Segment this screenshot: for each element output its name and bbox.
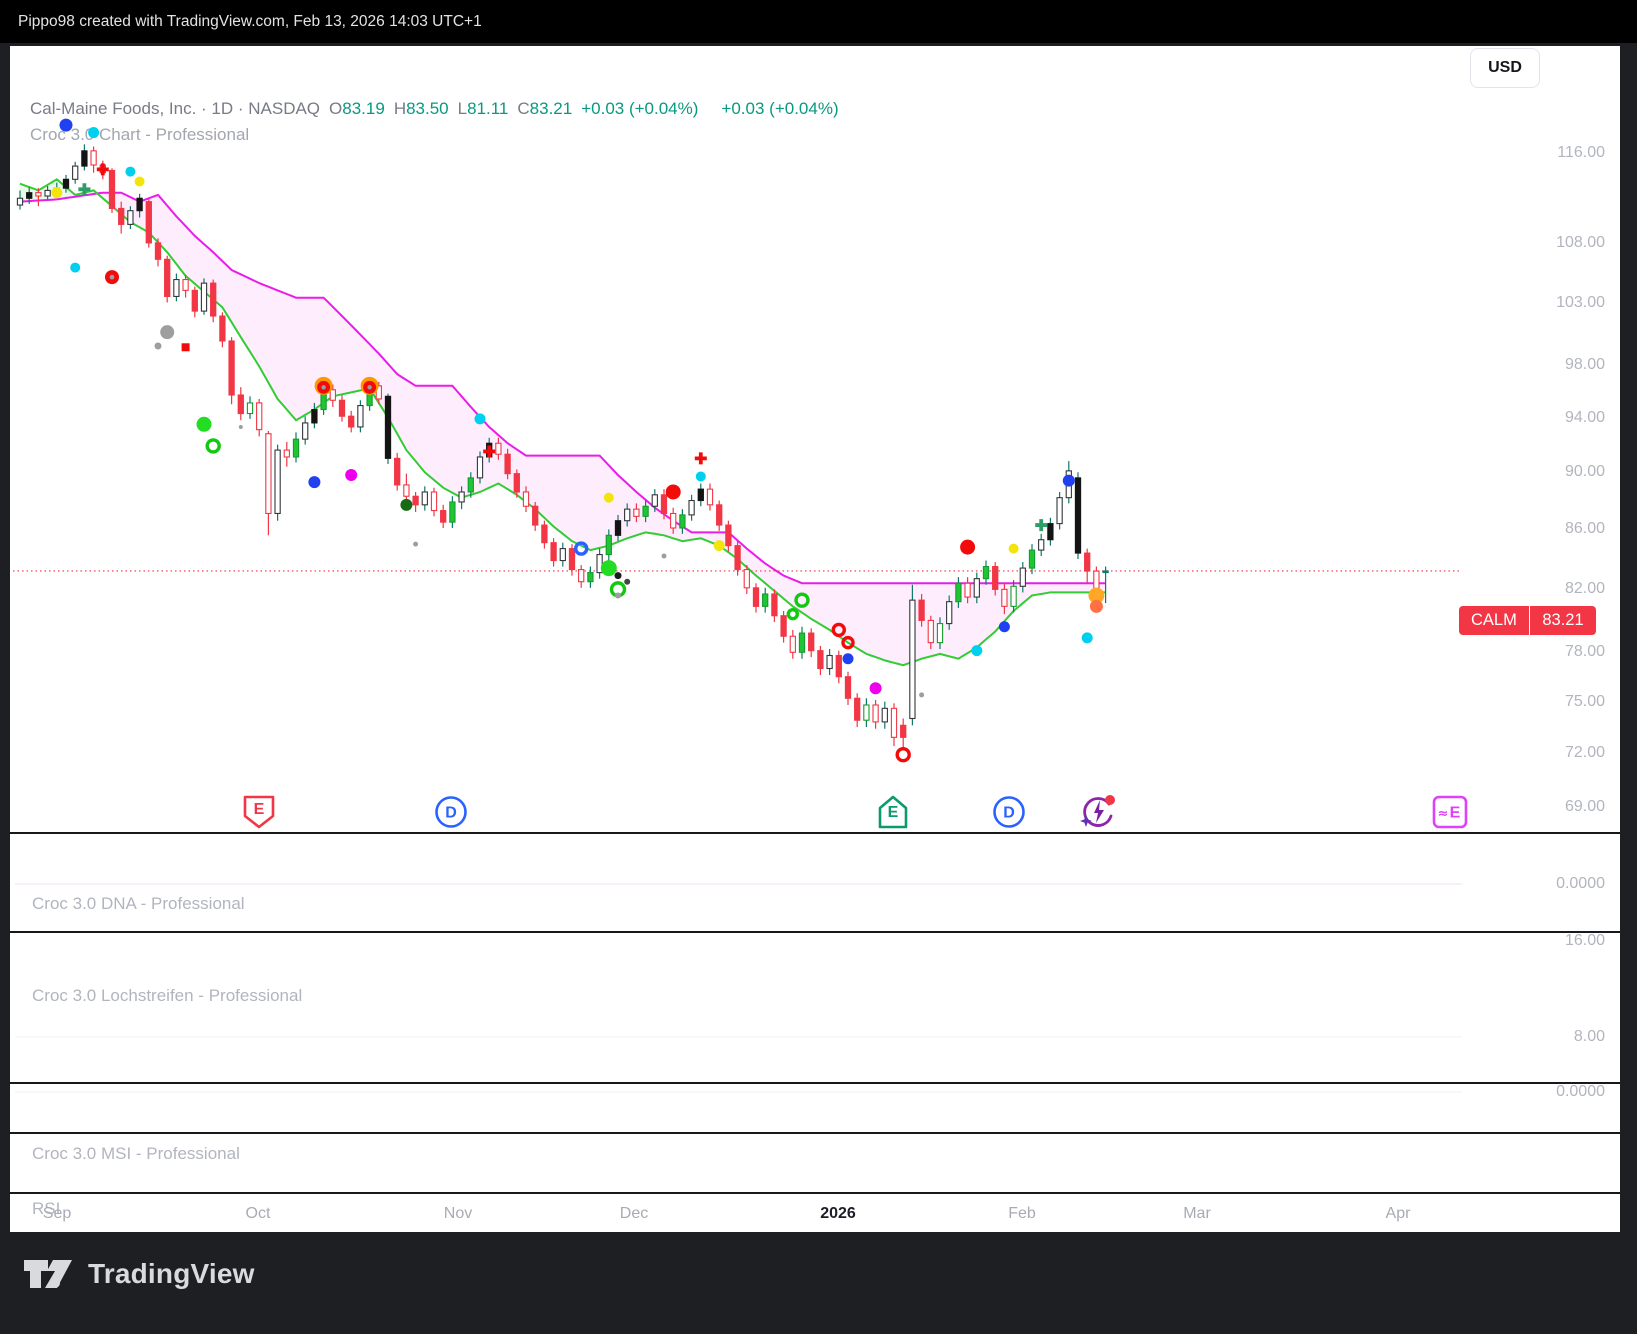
time-axis-label-mar: Mar bbox=[1183, 1205, 1211, 1223]
price-axis-label: 103.00 bbox=[1556, 294, 1605, 312]
time-axis-label-2026: 2026 bbox=[820, 1205, 856, 1223]
price-axis-label: 72.00 bbox=[1565, 744, 1605, 762]
ohlc-item: H83.50 bbox=[394, 99, 449, 119]
chart-legend: Cal-Maine Foods, Inc. · 1D · NASDAQ O83.… bbox=[30, 99, 839, 119]
indicator-title[interactable]: Croc 3.0 Chart - Professional bbox=[30, 125, 249, 145]
price-axis-label: 86.00 bbox=[1565, 520, 1605, 538]
indicator-axis-label: 8.00 bbox=[1574, 1028, 1605, 1046]
time-axis-label-apr: Apr bbox=[1386, 1205, 1411, 1223]
attribution-bar: Pippo98 created with TradingView.com, Fe… bbox=[0, 0, 1637, 43]
tradingview-logo-text: TradingView bbox=[88, 1258, 255, 1290]
pane-title-dna: Croc 3.0 DNA - Professional bbox=[32, 894, 245, 914]
attribution-text: Pippo98 created with TradingView.com, Fe… bbox=[18, 13, 482, 30]
price-axis-label: 108.00 bbox=[1556, 234, 1605, 252]
price-axis-label: 82.00 bbox=[1565, 580, 1605, 598]
ohlc-item: C83.21 bbox=[517, 99, 572, 119]
price-axis-label: 75.00 bbox=[1565, 693, 1605, 711]
last-price-value: 83.21 bbox=[1530, 606, 1595, 635]
price-axis-label: 98.00 bbox=[1565, 356, 1605, 374]
change-value-secondary: +0.03 (+0.04%) bbox=[721, 99, 838, 119]
price-axis-label: 78.00 bbox=[1565, 643, 1605, 661]
last-price-label: CALM 83.21 bbox=[1459, 606, 1596, 635]
indicator-axis-label: 16.00 bbox=[1565, 932, 1605, 950]
ohlc-item: L81.11 bbox=[458, 99, 509, 119]
tradingview-logo[interactable]: TradingView bbox=[22, 1252, 255, 1296]
time-axis-label-nov: Nov bbox=[444, 1205, 472, 1223]
chart-card: Cal-Maine Foods, Inc. · 1D · NASDAQ O83.… bbox=[10, 46, 1620, 1232]
price-axis-label: 116.00 bbox=[1557, 144, 1605, 162]
indicator-axis-label: 0.0000 bbox=[1556, 1083, 1605, 1101]
currency-toggle-button[interactable]: USD bbox=[1470, 48, 1540, 88]
pane-title-lochstreifen: Croc 3.0 Lochstreifen - Professional bbox=[32, 986, 302, 1006]
time-axis-label-oct: Oct bbox=[246, 1205, 271, 1223]
price-axis-label: 90.00 bbox=[1565, 463, 1605, 481]
last-price-symbol: CALM bbox=[1459, 606, 1529, 635]
tradingview-logo-icon bbox=[22, 1252, 74, 1296]
time-axis-label-dec: Dec bbox=[620, 1205, 648, 1223]
price-axis-label: 69.00 bbox=[1565, 798, 1605, 816]
ohlc-values: O83.19 H83.50 L81.11 C83.21 bbox=[329, 99, 572, 119]
price-axis-label: 94.00 bbox=[1565, 409, 1605, 427]
pane-title-msi: Croc 3.0 MSI - Professional bbox=[32, 1144, 240, 1164]
time-axis-label-feb: Feb bbox=[1008, 1205, 1036, 1223]
change-value: +0.03 (+0.04%) bbox=[581, 99, 698, 119]
ohlc-item: O83.19 bbox=[329, 99, 385, 119]
indicator-axis-label: 0.0000 bbox=[1556, 875, 1605, 893]
time-axis-label-sep: Sep bbox=[43, 1205, 71, 1223]
symbol-title[interactable]: Cal-Maine Foods, Inc. · 1D · NASDAQ bbox=[30, 99, 320, 119]
